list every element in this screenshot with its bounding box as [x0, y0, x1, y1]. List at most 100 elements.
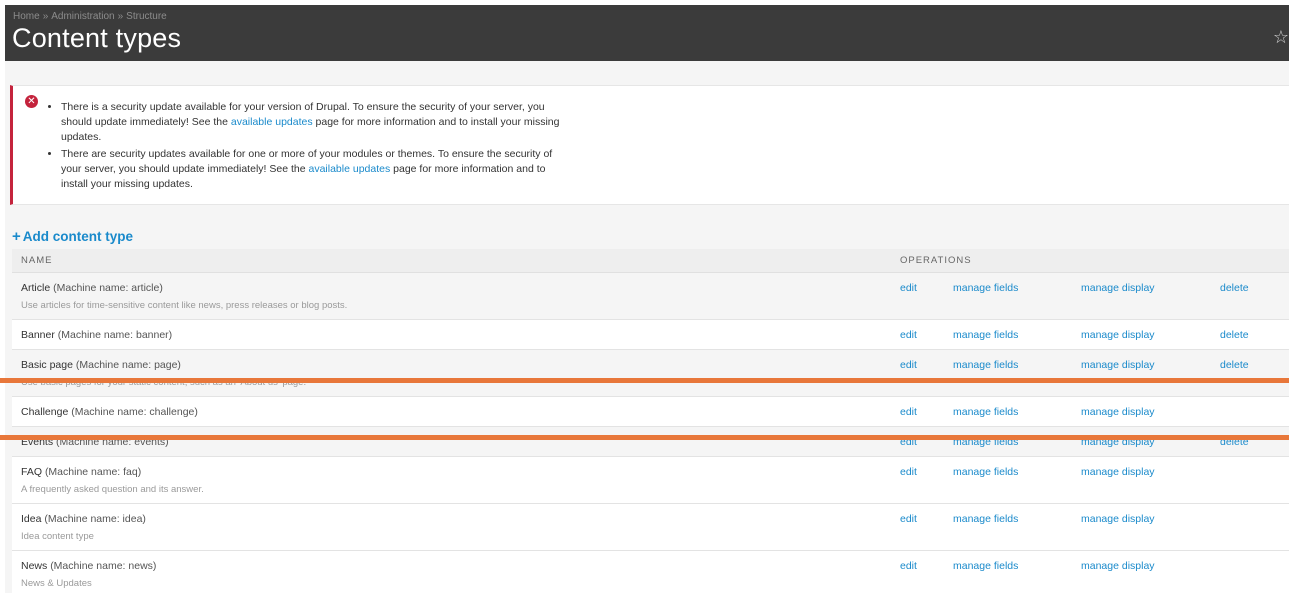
content-type-name-cell: Basic page (Machine name: page)Use basic… [12, 349, 900, 397]
edit-link[interactable]: edit [900, 513, 917, 525]
manage-display-link[interactable]: manage display [1081, 466, 1155, 478]
operation-cell: manage display [1081, 272, 1220, 320]
column-header-name: NAME [12, 249, 900, 273]
table-row: Banner (Machine name: banner) edit manage … [12, 319, 1289, 350]
operation-cell: manage fields [953, 426, 1081, 457]
operation-cell: manage fields [953, 272, 1081, 320]
delete-link[interactable]: delete [1220, 282, 1249, 294]
manage-fields-link[interactable]: manage fields [953, 359, 1018, 371]
machine-name: (Machine name: article) [53, 281, 163, 294]
machine-name: (Machine name: idea) [44, 512, 146, 525]
operation-cell [1220, 396, 1289, 427]
delete-link[interactable]: delete [1220, 359, 1249, 371]
table-row: Article (Machine name: article) Use artic… [12, 272, 1289, 320]
page-header: Home» Administration» Structure Content ty… [5, 5, 1289, 61]
operation-cell: delete [1220, 349, 1289, 397]
table-row: FAQ (Machine name: faq) A frequently aske… [12, 456, 1289, 504]
message-item: There are security updates available for… [61, 147, 561, 192]
breadcrumb-administration[interactable]: Administration [51, 11, 114, 22]
machine-name: (Machine name: faq) [44, 465, 142, 478]
table-row: Challenge (Machine name: challenge) edit m… [12, 396, 1289, 427]
table-row: Basic page (Machine name: page)Use basic… [12, 349, 1289, 397]
content-type-label: Idea [21, 512, 42, 525]
content-type-description: Idea content type [21, 530, 94, 542]
operation-cell: manage display [1081, 396, 1220, 427]
content-type-description: News & Updates [21, 577, 92, 589]
table-header-row: NAME OPERATIONS [12, 249, 1289, 273]
operation-cell: manage fields [953, 550, 1081, 593]
manage-display-link[interactable]: manage display [1081, 282, 1155, 294]
machine-name: (Machine name: news) [50, 559, 157, 572]
content-type-label: Article [21, 281, 51, 294]
content-type-name-cell: News (Machine name: news) News & Updates [12, 550, 900, 593]
content-type-name-cell: Idea (Machine name: idea) Idea content ty… [12, 503, 900, 551]
operation-cell: manage display [1081, 319, 1220, 350]
operation-cell: edit [900, 550, 953, 593]
table-row: Events (Machine name: events) edit manage … [12, 426, 1289, 457]
breadcrumb-structure[interactable]: Structure [126, 11, 167, 22]
content-type-name-cell: Banner (Machine name: banner) [12, 319, 900, 350]
manage-display-link[interactable]: manage display [1081, 406, 1155, 418]
operation-cell: delete [1220, 319, 1289, 350]
page-title: Content types [12, 23, 182, 53]
operation-cell: delete [1220, 426, 1289, 457]
overlay-line-bottom [0, 435, 1289, 440]
operation-cell: delete [1220, 272, 1289, 320]
operation-cell: edit [900, 272, 953, 320]
operation-cell: edit [900, 503, 953, 551]
edit-link[interactable]: edit [900, 466, 917, 478]
content-type-label: News [21, 559, 48, 572]
content-type-name-cell: Challenge (Machine name: challenge) [12, 396, 900, 427]
breadcrumb-home[interactable]: Home [13, 11, 40, 22]
operation-cell: edit [900, 456, 953, 504]
column-header-operations: OPERATIONS [900, 249, 1289, 273]
manage-fields-link[interactable]: manage fields [953, 329, 1018, 341]
operation-cell [1220, 503, 1289, 551]
breadcrumb: Home» Administration» Structure [13, 11, 167, 22]
manage-display-link[interactable]: manage display [1081, 560, 1155, 572]
manage-fields-link[interactable]: manage fields [953, 513, 1018, 525]
available-updates-link[interactable]: available updates [308, 163, 390, 175]
delete-link[interactable]: delete [1220, 329, 1249, 341]
shortcut-star-icon[interactable]: ☆ [1273, 27, 1289, 48]
operation-cell: edit [900, 426, 953, 457]
operation-cell: manage fields [953, 319, 1081, 350]
message-list: There is a security update available for… [61, 100, 561, 194]
available-updates-link[interactable]: available updates [231, 116, 313, 128]
error-icon: ✕ [25, 95, 38, 108]
edit-link[interactable]: edit [900, 406, 917, 418]
content-type-description: A frequently asked question and its answ… [21, 483, 204, 495]
operation-cell: edit [900, 396, 953, 427]
manage-fields-link[interactable]: manage fields [953, 560, 1018, 572]
manage-display-link[interactable]: manage display [1081, 329, 1155, 341]
edit-link[interactable]: edit [900, 282, 917, 294]
content-type-name-cell: Events (Machine name: events) [12, 426, 900, 457]
manage-fields-link[interactable]: manage fields [953, 406, 1018, 418]
operation-cell: manage display [1081, 426, 1220, 457]
operation-cell: manage display [1081, 456, 1220, 504]
operation-cell: manage fields [953, 503, 1081, 551]
machine-name: (Machine name: banner) [57, 328, 173, 341]
add-content-type-link[interactable]: + Add content type [12, 228, 133, 245]
manage-display-link[interactable]: manage display [1081, 513, 1155, 525]
content-type-label: Challenge [21, 405, 69, 418]
overlay-line-top [0, 378, 1289, 383]
machine-name: (Machine name: challenge) [71, 405, 198, 418]
content-type-description: Use articles for time-sensitive content … [21, 299, 348, 311]
operation-cell: manage display [1081, 550, 1220, 593]
content-types-table: NAME OPERATIONS Article (Machine name: a… [12, 249, 1289, 593]
table-row: Idea (Machine name: idea) Idea content ty… [12, 503, 1289, 551]
operation-cell: manage display [1081, 349, 1220, 397]
edit-link[interactable]: edit [900, 560, 917, 572]
content-type-name-cell: FAQ (Machine name: faq) A frequently aske… [12, 456, 900, 504]
manage-fields-link[interactable]: manage fields [953, 466, 1018, 478]
edit-link[interactable]: edit [900, 329, 917, 341]
manage-display-link[interactable]: manage display [1081, 359, 1155, 371]
operation-cell: edit [900, 349, 953, 397]
operation-cell [1220, 456, 1289, 504]
manage-fields-link[interactable]: manage fields [953, 282, 1018, 294]
plus-icon: + [12, 228, 21, 245]
error-messages: ✕ There is a security update available f… [10, 85, 1289, 205]
content-type-label: Banner [21, 328, 55, 341]
edit-link[interactable]: edit [900, 359, 917, 371]
